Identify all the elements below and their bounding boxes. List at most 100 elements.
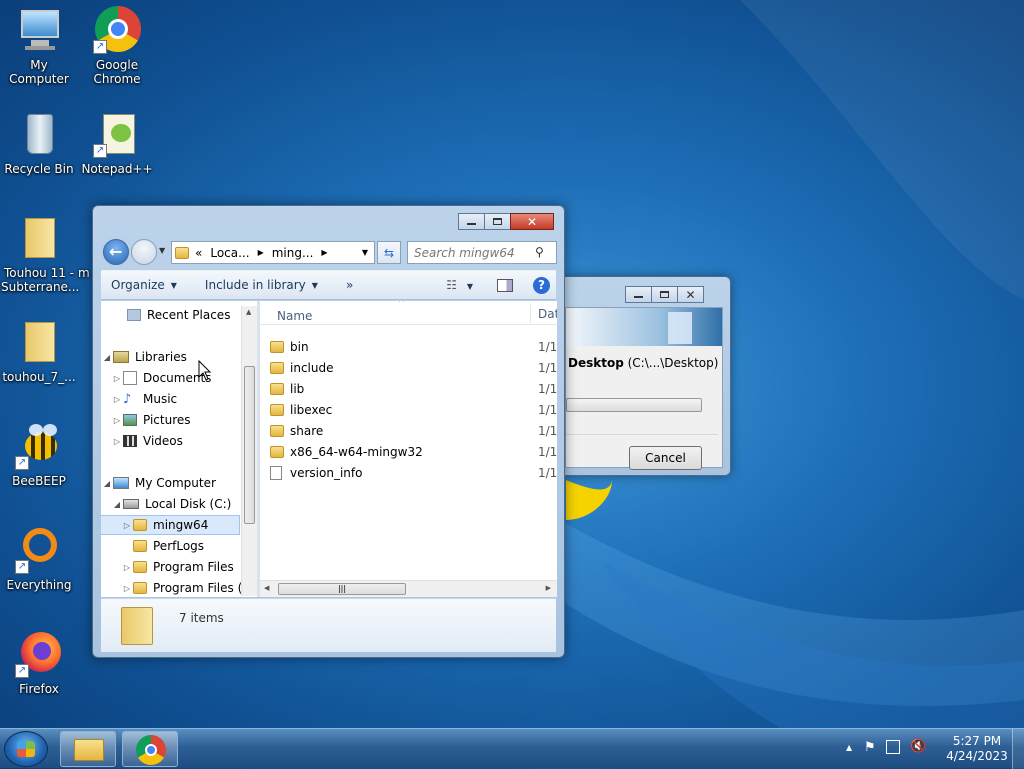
maximize-icon [660, 291, 669, 298]
tree-label: PerfLogs [153, 539, 205, 553]
maximize-button[interactable] [484, 213, 511, 230]
expanded-chevron-icon[interactable]: ◢ [101, 353, 113, 362]
collapsed-chevron-icon[interactable]: ▷ [121, 584, 133, 593]
file-list-row[interactable]: x86_64-w64-mingw32 1/17 [270, 442, 557, 462]
clock-date: 4/24/2023 [946, 749, 1008, 763]
cancel-button[interactable]: Cancel [629, 446, 702, 470]
tree-item-pictures[interactable]: ▷ Pictures [111, 410, 191, 430]
scroll-up-icon[interactable]: ▲ [246, 308, 251, 316]
firefox-icon: ↗ [15, 630, 63, 678]
preview-pane-button[interactable] [497, 278, 513, 292]
breadcrumb-mingw64[interactable]: ming... [272, 246, 314, 260]
collapsed-chevron-icon[interactable]: ▷ [111, 374, 123, 383]
tree-item-program-files[interactable]: ▷ Program Files [121, 557, 234, 577]
desktop-icon-everything[interactable]: ↗ Everything [1, 526, 77, 592]
show-desktop-button[interactable] [1012, 729, 1024, 769]
breadcrumb-overflow[interactable]: « [195, 246, 202, 260]
tree-item-perflogs[interactable]: PerfLogs [121, 536, 204, 556]
breadcrumb-separator-icon[interactable]: ▶ [258, 248, 264, 257]
start-button[interactable] [4, 731, 48, 767]
scrollbar-thumb[interactable]: ||| [278, 583, 406, 595]
item-count: 7 items [179, 611, 224, 625]
desktop-icon-firefox[interactable]: ↗ Firefox [1, 630, 77, 696]
document-icon [668, 312, 692, 344]
desktop-icon-my-computer[interactable]: My Computer [1, 6, 77, 86]
tree-item-recent-places[interactable]: Recent Places [115, 305, 230, 325]
file-name: libexec [290, 403, 333, 417]
tree-label: Libraries [135, 350, 187, 364]
maximize-button[interactable] [651, 286, 678, 303]
refresh-icon: ⇆ [383, 245, 395, 260]
address-bar[interactable]: « Loca... ▶ ming... ▶ ▼ [171, 241, 375, 264]
tree-item-local-disk[interactable]: ◢ Local Disk (C:) [111, 494, 231, 514]
tree-item-videos[interactable]: ▷ Videos [111, 431, 183, 451]
tree-item-documents[interactable]: ▷ Documents [111, 368, 211, 388]
file-list-row[interactable]: bin 1/17 [270, 337, 557, 357]
desktop-icon-touhou-11[interactable]: Touhou 11 - Subterrane... [1, 214, 79, 294]
include-in-library-button[interactable]: Include in library ▼ [205, 278, 318, 292]
address-dropdown-icon[interactable]: ▼ [362, 248, 368, 257]
tree-item-music[interactable]: ▷ ♪ Music [111, 389, 177, 409]
scrollbar-thumb[interactable] [244, 366, 255, 524]
help-button[interactable]: ? [533, 276, 550, 294]
collapsed-chevron-icon[interactable]: ▷ [111, 416, 123, 425]
tree-item-program-files-x86[interactable]: ▷ Program Files ( [121, 578, 242, 597]
desktop-icon-touhou-7[interactable]: touhou_7_... [1, 318, 77, 384]
file-list-row[interactable]: libexec 1/17 [270, 400, 557, 420]
recent-places-icon [127, 309, 141, 321]
minimize-button[interactable] [625, 286, 652, 303]
tree-item-my-computer[interactable]: ◢ My Computer [101, 473, 216, 493]
desktop-icon-notepad-plus-plus[interactable]: ↗ Notepad++ [79, 110, 155, 176]
close-button[interactable]: ✕ [510, 213, 554, 230]
column-header-date[interactable]: Dat [538, 307, 557, 321]
collapsed-chevron-icon[interactable]: ▷ [111, 437, 123, 446]
file-date: 1/17 [538, 340, 557, 354]
collapsed-chevron-icon[interactable]: ▷ [121, 563, 133, 572]
desktop-icon-beebeep[interactable]: ↗ BeeBEEP [1, 422, 77, 488]
scroll-left-icon[interactable]: ◀ [264, 584, 269, 592]
sort-ascending-icon: ^ [398, 301, 405, 307]
action-center-flag-icon[interactable]: ⚑ [864, 740, 876, 755]
recent-pages-chevron-icon[interactable]: ▼ [159, 246, 165, 255]
music-icon: ♪ [123, 391, 132, 407]
horizontal-scrollbar[interactable]: ◀ ||| ▶ [260, 580, 557, 597]
scroll-right-icon[interactable]: ▶ [546, 584, 551, 592]
expanded-chevron-icon[interactable]: ◢ [111, 500, 123, 509]
copy-progress-dialog: ✕ Desktop (C:\...\Desktop) Cancel [564, 276, 731, 476]
tree-item-mingw64[interactable]: ▷ mingw64 [101, 515, 240, 535]
back-button[interactable]: ← [103, 239, 129, 265]
show-hidden-icons-button[interactable]: ▲ [846, 743, 852, 752]
collapsed-chevron-icon[interactable]: ▷ [121, 521, 133, 530]
search-icon[interactable]: ⚲ [535, 245, 544, 259]
videos-icon [123, 435, 137, 447]
file-list-row[interactable]: lib 1/17 [270, 379, 557, 399]
forward-button[interactable] [131, 239, 157, 265]
file-list-row[interactable]: version_info 1/17 [270, 463, 557, 483]
breadcrumb-separator-icon[interactable]: ▶ [321, 248, 327, 257]
breadcrumb-local-disk[interactable]: Loca... [210, 246, 249, 260]
chrome-icon: ↗ [93, 6, 141, 54]
file-name: share [290, 424, 324, 438]
minimize-button[interactable] [458, 213, 485, 230]
view-options-button[interactable]: ☷ ▼ [446, 278, 473, 292]
network-icon[interactable] [886, 740, 900, 754]
expanded-chevron-icon[interactable]: ◢ [101, 479, 113, 488]
refresh-button[interactable]: ⇆ [377, 241, 401, 264]
tree-item-libraries[interactable]: ◢ Libraries [101, 347, 241, 367]
close-button[interactable]: ✕ [677, 286, 704, 303]
desktop-icon-recycle-bin[interactable]: Recycle Bin [1, 110, 77, 176]
collapsed-chevron-icon[interactable]: ▷ [111, 395, 123, 404]
column-header-name[interactable]: Name [277, 309, 312, 323]
volume-muted-icon[interactable]: 🔇 [910, 739, 926, 754]
desktop-icon-google-chrome[interactable]: ↗ Google Chrome [79, 6, 155, 86]
clock[interactable]: 5:27 PM 4/24/2023 [942, 734, 1012, 764]
file-list-row[interactable]: include 1/17 [270, 358, 557, 378]
file-list-row[interactable]: share 1/17 [270, 421, 557, 441]
organize-button[interactable]: Organize ▼ [111, 278, 177, 292]
taskbar-chrome-button[interactable] [122, 731, 178, 767]
folder-icon [270, 383, 284, 395]
taskbar-explorer-button[interactable] [60, 731, 116, 767]
more-commands-button[interactable]: » [346, 278, 353, 292]
navigation-scrollbar[interactable]: ▲ [241, 306, 257, 596]
tree-label: Recent Places [147, 308, 231, 322]
